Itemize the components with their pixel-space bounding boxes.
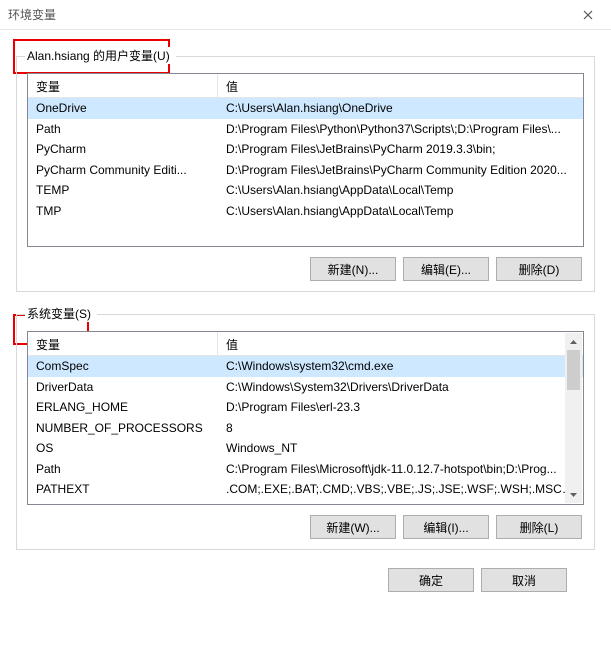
- close-button[interactable]: [573, 5, 603, 25]
- var-value: .COM;.EXE;.BAT;.CMD;.VBS;.VBE;.JS;.JSE;.…: [218, 480, 583, 498]
- var-value: 8: [218, 419, 583, 437]
- system-scrollbar[interactable]: [565, 333, 582, 503]
- var-name: PyCharm: [28, 140, 218, 158]
- user-group-legend: Alan.hsiang 的用户变量(U): [25, 47, 176, 64]
- cancel-button[interactable]: 取消: [481, 568, 567, 592]
- ok-button[interactable]: 确定: [388, 568, 474, 592]
- var-name: Path: [28, 460, 218, 478]
- table-row[interactable]: ERLANG_HOME D:\Program Files\erl-23.3: [28, 397, 583, 418]
- table-row[interactable]: TMP C:\Users\Alan.hsiang\AppData\Local\T…: [28, 201, 583, 222]
- var-name: Path: [28, 120, 218, 138]
- user-new-button[interactable]: 新建(N)...: [310, 257, 396, 281]
- system-table-header: 变量 值: [28, 332, 583, 356]
- var-value: C:\Users\Alan.hsiang\OneDrive: [218, 99, 583, 117]
- user-button-row: 新建(N)... 编辑(E)... 删除(D): [27, 257, 584, 281]
- var-value: C:\Windows\System32\Drivers\DriverData: [218, 378, 583, 396]
- var-name: OS: [28, 439, 218, 457]
- var-value: D:\Program Files\JetBrains\PyCharm 2019.…: [218, 140, 583, 158]
- table-row[interactable]: ComSpec C:\Windows\system32\cmd.exe: [28, 356, 583, 377]
- user-table-header: 变量 值: [28, 74, 583, 98]
- table-row[interactable]: TEMP C:\Users\Alan.hsiang\AppData\Local\…: [28, 180, 583, 201]
- var-value: D:\Program Files\erl-23.3: [218, 398, 583, 416]
- var-name: OneDrive: [28, 99, 218, 117]
- close-icon: [583, 10, 593, 20]
- table-row[interactable]: PATHEXT .COM;.EXE;.BAT;.CMD;.VBS;.VBE;.J…: [28, 479, 583, 500]
- table-row[interactable]: Path D:\Program Files\Python\Python37\Sc…: [28, 119, 583, 140]
- window-title: 环境变量: [8, 6, 56, 23]
- system-edit-button[interactable]: 编辑(I)...: [403, 515, 489, 539]
- system-group-legend: 系统变量(S): [25, 305, 97, 322]
- user-col-variable[interactable]: 变量: [28, 74, 218, 97]
- system-button-row: 新建(W)... 编辑(I)... 删除(L): [27, 515, 584, 539]
- user-delete-button[interactable]: 删除(D): [496, 257, 582, 281]
- var-value: Windows_NT: [218, 439, 583, 457]
- chevron-down-icon: [570, 493, 577, 497]
- table-row[interactable]: Path C:\Program Files\Microsoft\jdk-11.0…: [28, 459, 583, 480]
- var-value: D:\Program Files\Python\Python37\Scripts…: [218, 120, 583, 138]
- var-name: PATHEXT: [28, 480, 218, 498]
- table-row[interactable]: NUMBER_OF_PROCESSORS 8: [28, 418, 583, 439]
- user-rows: OneDrive C:\Users\Alan.hsiang\OneDrive P…: [28, 98, 583, 221]
- var-value: C:\Program Files\Microsoft\jdk-11.0.12.7…: [218, 460, 583, 478]
- var-name: TMP: [28, 202, 218, 220]
- var-value: C:\Users\Alan.hsiang\AppData\Local\Temp: [218, 202, 583, 220]
- system-variables-table[interactable]: 变量 值 ComSpec C:\Windows\system32\cmd.exe…: [27, 331, 584, 505]
- var-value: C:\Windows\system32\cmd.exe: [218, 357, 583, 375]
- user-edit-button[interactable]: 编辑(E)...: [403, 257, 489, 281]
- scroll-thumb[interactable]: [567, 350, 580, 390]
- table-row[interactable]: PyCharm D:\Program Files\JetBrains\PyCha…: [28, 139, 583, 160]
- dialog-footer: 确定 取消: [16, 550, 595, 592]
- table-row[interactable]: OS Windows_NT: [28, 438, 583, 459]
- var-name: NUMBER_OF_PROCESSORS: [28, 419, 218, 437]
- system-col-variable[interactable]: 变量: [28, 332, 218, 355]
- table-row[interactable]: PyCharm Community Editi... D:\Program Fi…: [28, 160, 583, 181]
- system-new-button[interactable]: 新建(W)...: [310, 515, 396, 539]
- var-name: DriverData: [28, 378, 218, 396]
- var-name: ComSpec: [28, 357, 218, 375]
- var-value: D:\Program Files\JetBrains\PyCharm Commu…: [218, 161, 583, 179]
- scroll-down-button[interactable]: [565, 486, 582, 503]
- chevron-up-icon: [570, 340, 577, 344]
- user-col-value[interactable]: 值: [218, 74, 583, 97]
- table-row[interactable]: OneDrive C:\Users\Alan.hsiang\OneDrive: [28, 98, 583, 119]
- system-variables-group: 系统变量(S) 变量 值 ComSpec C:\Windows\system32…: [16, 314, 595, 550]
- var-name: TEMP: [28, 181, 218, 199]
- var-value: C:\Users\Alan.hsiang\AppData\Local\Temp: [218, 181, 583, 199]
- table-row[interactable]: DriverData C:\Windows\System32\Drivers\D…: [28, 377, 583, 398]
- title-bar: 环境变量: [0, 0, 611, 30]
- user-variables-group: Alan.hsiang 的用户变量(U) 变量 值 OneDrive C:\Us…: [16, 56, 595, 292]
- user-variables-table[interactable]: 变量 值 OneDrive C:\Users\Alan.hsiang\OneDr…: [27, 73, 584, 247]
- var-name: ERLANG_HOME: [28, 398, 218, 416]
- scroll-up-button[interactable]: [565, 333, 582, 350]
- var-name: PyCharm Community Editi...: [28, 161, 218, 179]
- content-area: Alan.hsiang 的用户变量(U) 变量 值 OneDrive C:\Us…: [0, 30, 611, 592]
- system-rows: ComSpec C:\Windows\system32\cmd.exe Driv…: [28, 356, 583, 500]
- system-delete-button[interactable]: 删除(L): [496, 515, 582, 539]
- system-col-value[interactable]: 值: [218, 332, 583, 355]
